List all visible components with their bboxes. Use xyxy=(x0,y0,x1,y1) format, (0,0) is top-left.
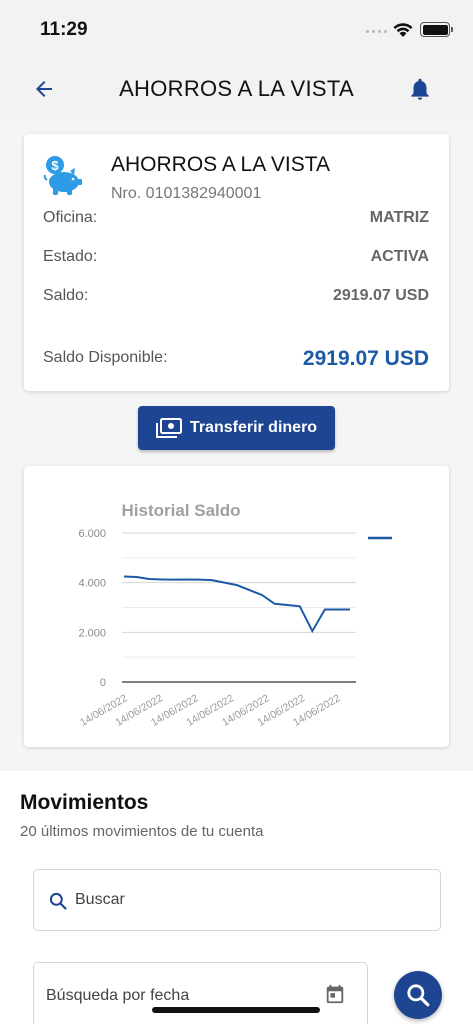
transfer-money-label: Transferir dinero xyxy=(189,419,318,436)
notifications-button[interactable] xyxy=(405,74,435,104)
search-fab-button[interactable] xyxy=(394,971,442,1019)
available-balance-label: Saldo Disponible: xyxy=(43,349,168,366)
movements-title: Movimientos xyxy=(20,791,149,814)
status-bar: 11:29 xyxy=(0,0,473,58)
calendar-icon[interactable] xyxy=(324,983,346,1005)
series-line xyxy=(123,575,351,634)
search-input[interactable] xyxy=(75,870,425,930)
status-value: ACTIVA xyxy=(370,248,429,265)
transfer-money-button[interactable]: Transferir dinero xyxy=(138,406,335,450)
balance-label: Saldo: xyxy=(43,287,89,304)
app-bar: AHORROS A LA VISTA xyxy=(0,58,473,120)
search-field[interactable] xyxy=(33,869,441,931)
page-title: AHORROS A LA VISTA xyxy=(119,76,354,101)
status-label: Estado: xyxy=(43,248,98,265)
chart-canvas: Historial Saldo02.0004.0006.00014/06/202… xyxy=(78,501,392,729)
money-icon xyxy=(155,418,182,438)
available-balance-value: 2919.07 USD xyxy=(302,347,429,370)
account-number: Nro. 0101382940001 xyxy=(111,185,262,202)
piggy-bank-icon: $ xyxy=(43,156,82,195)
search-icon xyxy=(49,892,67,910)
search-icon xyxy=(407,984,430,1007)
account-name: AHORROS A LA VISTA xyxy=(111,153,331,176)
movements-subtitle: 20 últimos movimientos de tu cuenta xyxy=(20,823,264,840)
status-time: 11:29 xyxy=(40,19,88,40)
y-tick-label: 0 xyxy=(100,677,106,689)
date-search-field[interactable]: Búsqueda por fecha xyxy=(33,962,368,1024)
y-tick-label: 4.000 xyxy=(78,578,106,590)
date-search-label: Búsqueda por fecha xyxy=(46,987,190,1004)
chart-title: Historial Saldo xyxy=(121,501,240,520)
battery-icon xyxy=(420,22,453,37)
cellular-signal-icon xyxy=(366,30,387,33)
y-tick-label: 2.000 xyxy=(78,627,106,639)
balance-value: 2919.07 USD xyxy=(332,287,429,304)
office-label: Oficina: xyxy=(43,209,98,226)
bell-icon xyxy=(411,78,429,100)
office-value: MATRIZ xyxy=(369,209,429,226)
svg-text:$: $ xyxy=(51,158,59,173)
balance-history-chart: Historial Saldo 0 2.000 4.000 6.000 14/06/202… xyxy=(24,466,449,747)
account-card: $ AHORROS A LA VISTA Nro. 0101382940001 … xyxy=(24,134,449,391)
home-indicator xyxy=(152,1007,320,1013)
y-tick-label: 6.000 xyxy=(78,528,106,540)
wifi-icon xyxy=(393,23,413,37)
